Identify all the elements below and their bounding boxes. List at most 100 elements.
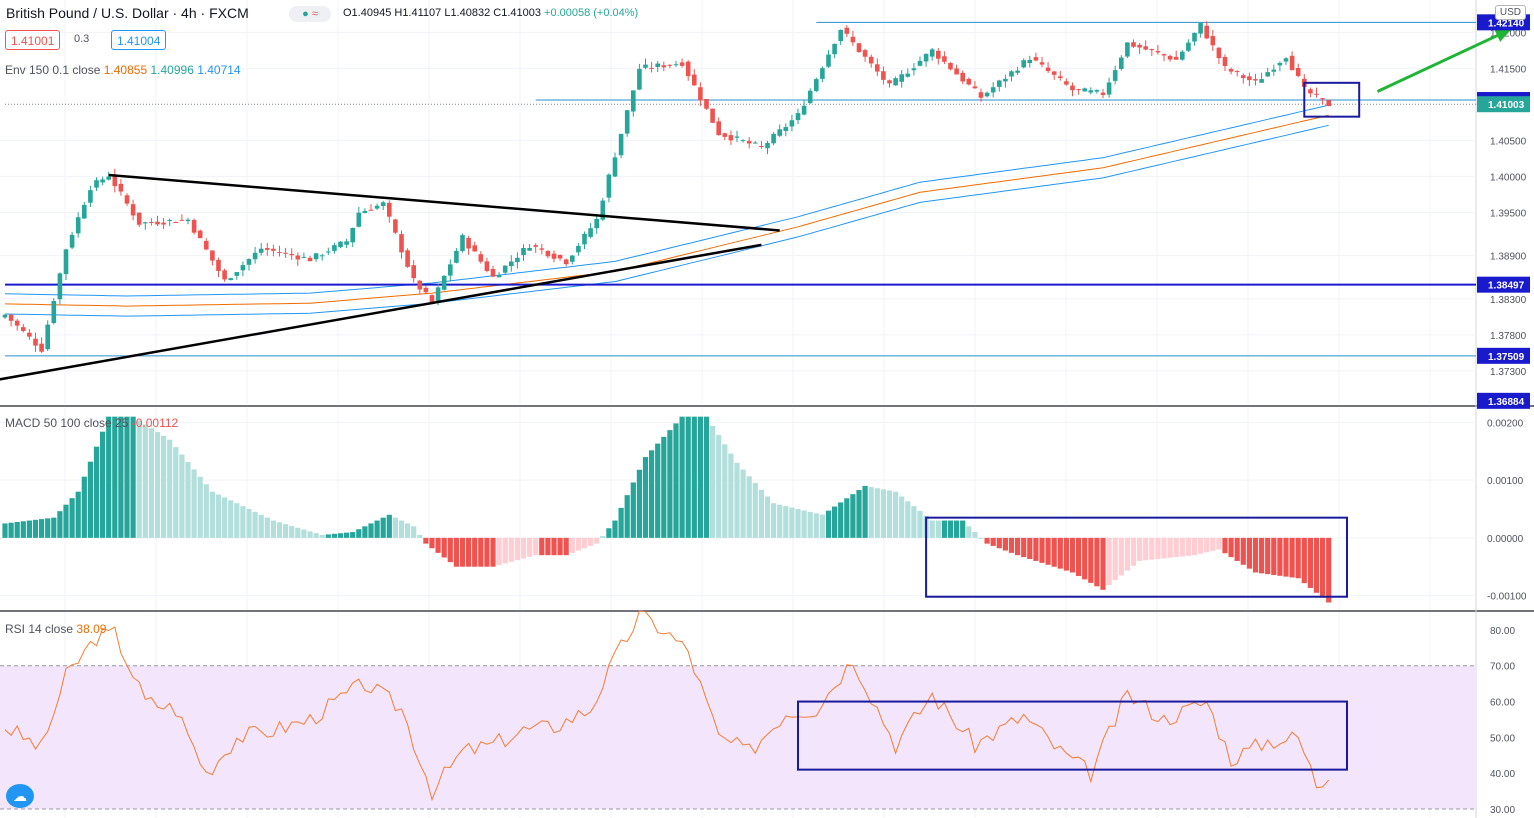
trend-arrow (1376, 27, 1513, 93)
candle-body (1161, 54, 1167, 56)
macd-bar (435, 537, 441, 553)
macd-bar (1228, 537, 1234, 558)
macd-bar (832, 506, 838, 538)
candle-body (380, 202, 386, 206)
chart-canvas[interactable]: 1.37300 1.37800 1.38300 1.38900 1.39500 1.400… (0, 0, 1534, 818)
macd-bar (1051, 537, 1057, 567)
candle-body (106, 176, 111, 180)
macd-bar (8, 522, 14, 538)
candle-body (960, 72, 965, 82)
candle-body (1033, 57, 1039, 61)
candle-body (51, 300, 57, 324)
candle-body (911, 68, 917, 71)
symbol-title[interactable]: British Pound / U.S. Dollar · 4h · FXCM (6, 5, 249, 21)
candle-body (862, 50, 868, 57)
macd-bar (209, 491, 215, 538)
rsi-label: RSI 14 close (5, 622, 74, 636)
candle-body (1082, 88, 1087, 92)
candle-body (704, 99, 709, 109)
macd-bar (362, 526, 368, 538)
candle-body (502, 265, 508, 273)
macd-bar (917, 510, 923, 538)
macd-bar (240, 506, 246, 538)
candle-body (362, 210, 368, 214)
candle-body (2, 314, 8, 318)
candle-body (801, 105, 807, 115)
candle-body (1241, 75, 1246, 79)
candle-body (289, 253, 294, 256)
macd-legend[interactable]: MACD 50 100 close 25 -0.00112 (5, 416, 178, 430)
macd-bar (1008, 537, 1015, 553)
tradingview-logo-icon[interactable]: ☁ (6, 784, 34, 808)
macd-bar (356, 529, 362, 538)
macd-bar (972, 532, 978, 538)
macd-bar (1326, 537, 1332, 603)
candle-body (1167, 55, 1173, 60)
macd-bar (289, 525, 295, 538)
currency-badge[interactable]: USD (1494, 5, 1526, 20)
macd-bar (453, 537, 459, 567)
macd-tick-label: -0.00100 (1487, 592, 1527, 603)
candle-body (997, 80, 1002, 87)
candle-body (1289, 55, 1295, 71)
macd-bar (929, 520, 935, 538)
macd-bar (1216, 537, 1222, 550)
macd-bar (228, 500, 234, 538)
macd-bar (807, 511, 813, 538)
macd-bar (203, 484, 209, 538)
macd-bar (234, 503, 240, 538)
candle-body (124, 195, 130, 204)
macd-tick-label: 0.00100 (1487, 476, 1524, 487)
candle-body (1125, 42, 1130, 57)
envelope-legend[interactable]: Env 150 0.1 close 1.40855 1.40996 1.4071… (5, 63, 241, 77)
rsi-value: 38.09 (76, 622, 107, 636)
macd-bar (179, 454, 185, 538)
candle-body (618, 133, 624, 156)
ohlc-values: O1.40945 H1.41107 L1.40832 C1.41003 (343, 7, 541, 19)
candle-body (295, 255, 301, 260)
envelope-upper-value: 1.40996 (150, 63, 194, 77)
candle-body (1039, 62, 1045, 65)
candle-body (1283, 58, 1289, 62)
candle-body (185, 219, 191, 222)
candle-body (1295, 67, 1301, 76)
macd-bar (996, 537, 1002, 549)
macd-bar (441, 537, 447, 558)
candle-body (972, 86, 978, 89)
price-label-text: 1.36884 (1488, 397, 1525, 408)
candle-body (405, 250, 410, 267)
macd-bar (722, 444, 728, 538)
buy-button[interactable]: 1.41004 (111, 30, 167, 50)
macd-bar (252, 511, 258, 538)
macd-bar (75, 491, 81, 538)
macd-bar (899, 496, 905, 538)
envelope-basis-value: 1.40855 (103, 63, 148, 77)
price-tick-label: 1.40500 (1490, 136, 1527, 147)
rsi-tick-label: 70.00 (1490, 662, 1515, 673)
candle-body (435, 287, 441, 302)
sell-button[interactable]: 1.41001 (5, 30, 61, 50)
macd-bar (1088, 537, 1094, 583)
macd-bar (1246, 537, 1252, 569)
candle-body (685, 61, 691, 77)
macd-bar (295, 527, 301, 538)
candle-body (307, 257, 313, 262)
rsi-legend[interactable]: RSI 14 close 38.09 (5, 622, 106, 636)
macd-bar (868, 487, 874, 538)
macd-bar (307, 531, 313, 538)
candle-body (319, 255, 325, 257)
candle-body (527, 247, 532, 251)
candle-body (649, 67, 654, 69)
candle-body (612, 157, 618, 177)
macd-bar (691, 416, 697, 538)
candle-body (423, 287, 429, 293)
macd-bar (1033, 537, 1039, 561)
trendline (108, 173, 780, 232)
macd-bar (728, 453, 734, 538)
macd-bar (1149, 537, 1155, 560)
visibility-toggle-icon[interactable]: ● ≈ (289, 6, 331, 22)
candle-body (905, 73, 911, 77)
rsi-band (0, 665, 1476, 810)
price-tick-label: 1.41500 (1490, 64, 1527, 75)
candle-body (338, 241, 343, 248)
